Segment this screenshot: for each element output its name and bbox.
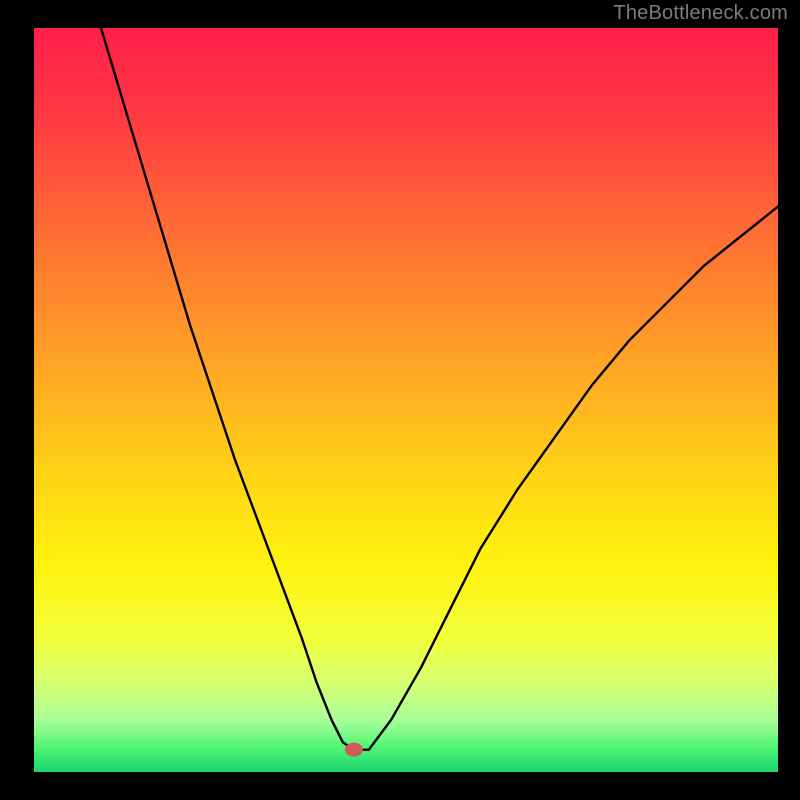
- chart-frame: TheBottleneck.com: [0, 0, 800, 800]
- watermark-text: TheBottleneck.com: [613, 2, 788, 25]
- bottleneck-chart: [0, 0, 800, 800]
- plot-area: [34, 28, 778, 772]
- optimal-point-marker: [345, 743, 363, 757]
